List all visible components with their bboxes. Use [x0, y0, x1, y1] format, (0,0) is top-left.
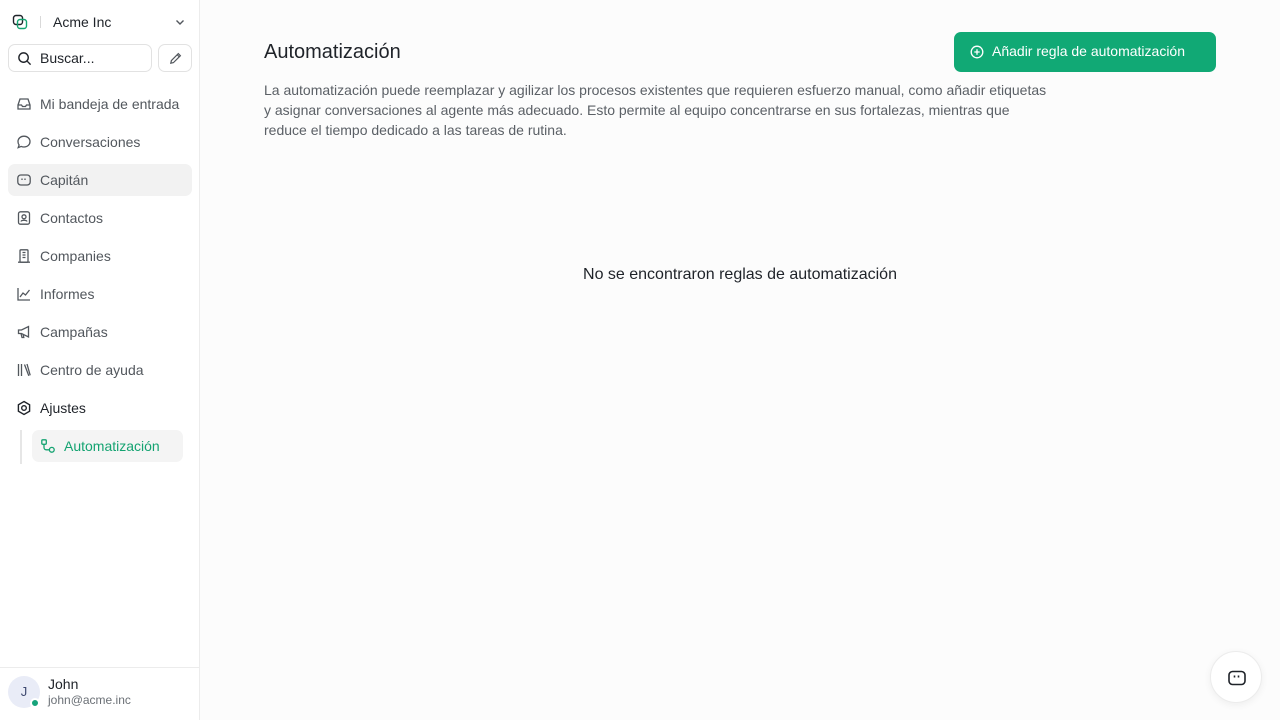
sidebar-item-label: Mi bandeja de entrada	[40, 96, 180, 112]
sidebar-item-label: Informes	[40, 286, 95, 302]
building-icon	[18, 249, 30, 263]
sidebar-nav: Mi bandeja de entrada Conversaciones Cap…	[8, 88, 192, 430]
submenu-rail	[20, 430, 22, 464]
megaphone-icon	[17, 325, 30, 339]
sidebar-item-settings[interactable]: Ajustes	[8, 392, 192, 424]
online-status-indicator	[30, 698, 40, 708]
sidebar-item-campaigns[interactable]: Campañas	[8, 316, 192, 348]
chat-widget-button[interactable]	[1210, 651, 1262, 703]
sidebar-item-label: Campañas	[40, 324, 108, 340]
workspace-switcher[interactable]: Acme Inc	[8, 8, 192, 36]
main-content: Automatización Añadir regla de automatiz…	[200, 0, 1280, 720]
divider	[40, 16, 41, 28]
sidebar-subitem-automation[interactable]: Automatización	[32, 430, 183, 462]
sidebar: Acme Inc Mi bandeja de entrada Conversac…	[0, 0, 200, 720]
search-input[interactable]	[40, 49, 148, 67]
sidebar-item-label: Companies	[40, 248, 111, 264]
chat-bubble-icon	[17, 135, 31, 149]
sidebar-item-conversations[interactable]: Conversaciones	[8, 126, 192, 158]
sidebar-item-help-center[interactable]: Centro de ayuda	[8, 354, 192, 386]
search-icon	[18, 52, 32, 66]
sidebar-item-inbox[interactable]: Mi bandeja de entrada	[8, 88, 192, 120]
user-email: john@acme.inc	[48, 693, 131, 707]
pencil-icon	[170, 52, 182, 64]
inbox-icon	[17, 98, 31, 110]
compose-button[interactable]	[158, 44, 192, 72]
gear-icon	[17, 400, 31, 416]
user-name: John	[48, 676, 79, 692]
search-box[interactable]	[8, 44, 152, 72]
workspace-name: Acme Inc	[53, 14, 112, 30]
library-icon	[17, 363, 31, 377]
user-profile[interactable]: J John john@acme.inc	[0, 667, 199, 720]
sidebar-item-label: Capitán	[40, 172, 89, 188]
sidebar-item-captain[interactable]: Capitán	[8, 164, 192, 196]
captain-icon	[1228, 670, 1246, 686]
add-automation-rule-button[interactable]: Añadir regla de automatización	[954, 32, 1216, 72]
sidebar-item-contacts[interactable]: Contactos	[8, 202, 192, 234]
automation-icon	[41, 439, 55, 453]
captain-icon	[17, 174, 31, 186]
sidebar-item-label: Contactos	[40, 210, 104, 226]
contacts-icon	[17, 211, 31, 225]
page-title: Automatización	[264, 41, 401, 63]
sidebar-item-label: Conversaciones	[40, 134, 141, 150]
sidebar-item-label: Centro de ayuda	[40, 362, 144, 378]
chevron-down-icon	[176, 20, 184, 25]
sidebar-subitem-label: Automatización	[64, 438, 160, 454]
sidebar-item-label: Ajustes	[40, 400, 86, 416]
sidebar-item-reports[interactable]: Informes	[8, 278, 192, 310]
add-button-label: Añadir regla de automatización	[992, 43, 1186, 59]
page-description: La automatización puede reemplazar y agi…	[264, 82, 1047, 138]
plus-circle-icon	[970, 45, 984, 59]
sidebar-item-companies[interactable]: Companies	[8, 240, 192, 272]
chart-line-icon	[17, 288, 31, 301]
empty-state-message: No se encontraron reglas de automatizaci…	[583, 266, 897, 283]
workspace-logo-icon	[12, 14, 28, 30]
